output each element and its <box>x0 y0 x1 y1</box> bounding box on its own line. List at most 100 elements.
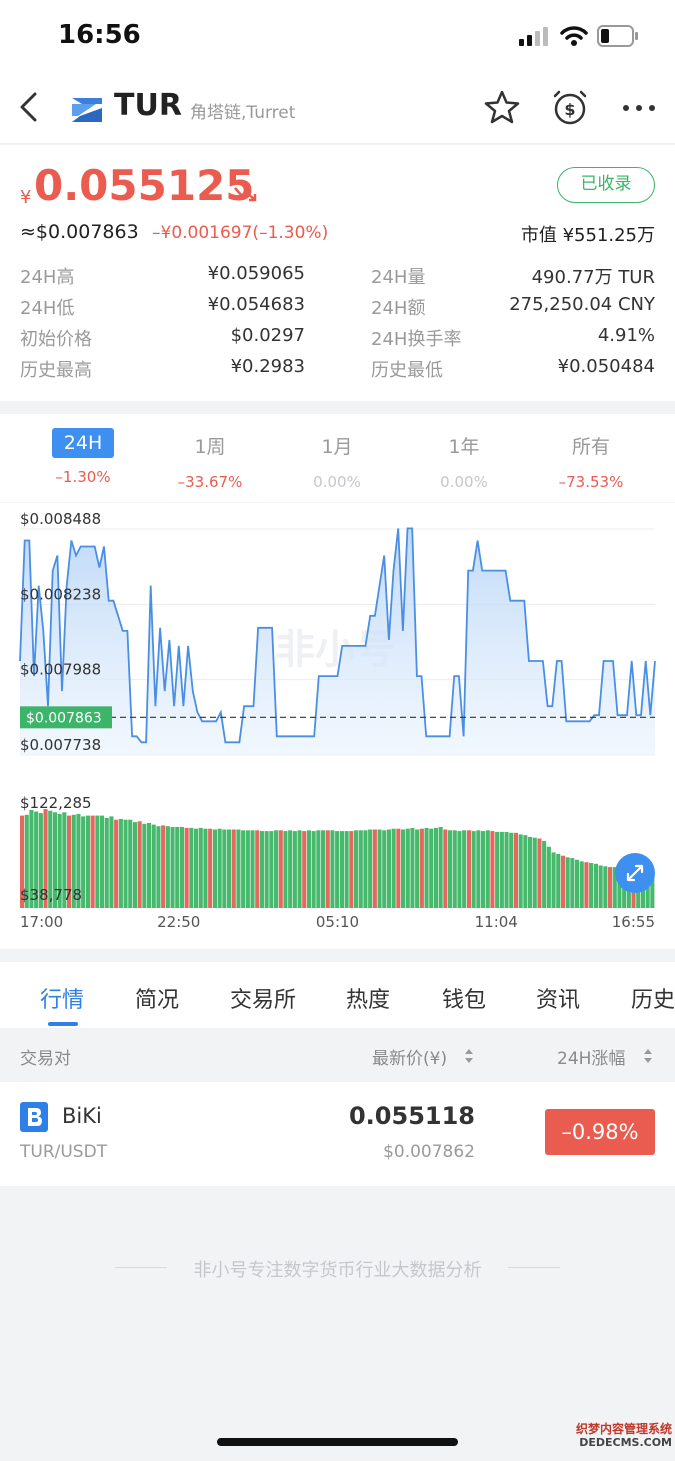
period-all[interactable]: 所有 –73.53% <box>546 428 636 491</box>
volume-bar <box>241 830 246 908</box>
volume-bar <box>551 852 556 908</box>
volume-bar <box>184 827 189 908</box>
volume-bar <box>321 830 326 908</box>
volume-bar <box>438 827 443 908</box>
volume-bar <box>255 830 260 908</box>
quote-panel: ¥ 0.055125 已收录 ≈$0.007863 –¥0.001697(–1.… <box>0 145 675 401</box>
tab-news[interactable]: 资讯 <box>536 982 580 1014</box>
volume-bar <box>386 829 391 908</box>
volume-bar <box>363 830 368 908</box>
volume-bar <box>523 835 528 908</box>
col-pair: 交易对 <box>20 1049 71 1069</box>
volume-bar <box>452 830 457 908</box>
volume-bar <box>377 829 382 908</box>
volume-bar <box>114 819 119 908</box>
volume-bar <box>325 830 330 908</box>
volume-bar <box>499 831 504 908</box>
tab-heat[interactable]: 热度 <box>346 982 390 1014</box>
sort-icon[interactable] <box>464 1048 474 1064</box>
status-time: 16:56 <box>58 20 141 50</box>
price-alert-icon[interactable]: $ <box>552 88 588 126</box>
collected-badge[interactable]: 已收录 <box>557 167 655 203</box>
volume-bar <box>405 828 410 908</box>
volume-bar <box>462 830 467 908</box>
volume-bar <box>151 824 156 908</box>
volume-bar <box>476 830 481 908</box>
volume-bar <box>100 815 105 908</box>
volume-bar <box>189 827 194 908</box>
volume-bar <box>513 832 518 908</box>
period-24h[interactable]: 24H –1.30% <box>38 428 128 486</box>
period-1w[interactable]: 1周 –33.67% <box>165 428 255 491</box>
volume-bar <box>306 830 311 908</box>
tab-wallet[interactable]: 钱包 <box>442 982 486 1014</box>
period-label: 24H <box>51 428 115 458</box>
volume-bar <box>292 831 297 908</box>
volume-bar <box>532 837 537 908</box>
sort-icon[interactable] <box>643 1048 653 1064</box>
stat-label: 24H换手率 <box>371 329 462 350</box>
volume-bar <box>481 831 486 908</box>
volume-bar <box>344 831 349 908</box>
volume-bar <box>95 815 100 908</box>
table-header: 交易对 最新价(¥) 24H涨幅 <box>0 1028 675 1082</box>
volume-bar <box>401 829 406 908</box>
x-tick-label: 17:00 <box>20 913 63 931</box>
volume-bar <box>391 828 396 908</box>
tab-history[interactable]: 历史 <box>631 982 675 1014</box>
usd-price: ≈$0.007863 <box>20 221 139 243</box>
tab-exchanges[interactable]: 交易所 <box>230 982 296 1014</box>
volume-bar <box>194 828 199 908</box>
volume-bar <box>264 831 269 908</box>
price-chart-panel[interactable]: 非小号 $0.008488 $0.008238 $0.007988 $0.007738… <box>0 503 675 949</box>
more-icon[interactable] <box>622 104 656 112</box>
currency-symbol: ¥ <box>20 187 32 208</box>
watermark-line: DEDECMS.COM <box>579 1436 672 1449</box>
volume-bar <box>560 855 565 908</box>
x-tick-label: 05:10 <box>316 913 359 931</box>
volume-bar <box>537 838 542 908</box>
coin-subtitle: 角塔链,Turret <box>190 103 296 123</box>
volume-bar <box>546 846 551 908</box>
volume-bar <box>161 825 166 908</box>
volume-bar <box>222 829 227 908</box>
back-icon[interactable] <box>18 92 40 122</box>
volume-bar <box>250 830 255 908</box>
volume-bar <box>579 861 584 908</box>
period-change: –33.67% <box>177 473 243 491</box>
volume-bar <box>109 816 114 908</box>
x-tick-label: 16:55 <box>612 913 655 931</box>
col-price[interactable]: 最新价(¥) <box>372 1044 447 1069</box>
status-bar: 16:56 <box>0 0 675 70</box>
volume-bar <box>311 831 316 908</box>
volume-bar <box>415 829 420 908</box>
volume-bar <box>137 821 142 908</box>
table-row[interactable]: BiKi TUR/USDT 0.055118 $0.007862 –0.98% <box>0 1082 675 1186</box>
star-icon[interactable] <box>484 90 520 124</box>
tab-market[interactable]: 行情 <box>40 982 84 1014</box>
volume-bar <box>575 859 580 908</box>
x-tick-label: 11:04 <box>475 913 518 931</box>
x-tick-label: 22:50 <box>157 913 200 931</box>
y-tick-label: $0.007738 <box>20 736 101 754</box>
volume-bar <box>396 828 401 908</box>
volume-bar <box>608 867 613 908</box>
period-1y[interactable]: 1年 0.00% <box>419 428 509 491</box>
period-1m[interactable]: 1月 0.00% <box>292 428 382 491</box>
expand-chart-button[interactable] <box>615 853 655 893</box>
volume-bar <box>382 830 387 908</box>
period-change: 0.00% <box>440 473 488 491</box>
stat-value: 275,250.04 CNY <box>509 294 655 315</box>
period-label: 1周 <box>194 436 226 458</box>
tab-overview[interactable]: 简况 <box>135 982 179 1014</box>
footer-text: 非小号专注数字货币行业大数据分析 <box>193 1260 482 1281</box>
col-change[interactable]: 24H涨幅 <box>557 1044 625 1069</box>
current-price: 0.055125 <box>34 161 255 210</box>
volume-bar <box>570 858 575 908</box>
volume-bar <box>170 827 175 908</box>
current-price-label: $0.007863 <box>26 710 102 726</box>
corner-watermark: 织梦内容管理系统 DEDECMS.COM <box>560 1422 672 1450</box>
volume-bar <box>485 830 490 908</box>
volume-bar <box>165 826 170 908</box>
nav-header: TUR 角塔链,Turret $ <box>0 70 675 144</box>
